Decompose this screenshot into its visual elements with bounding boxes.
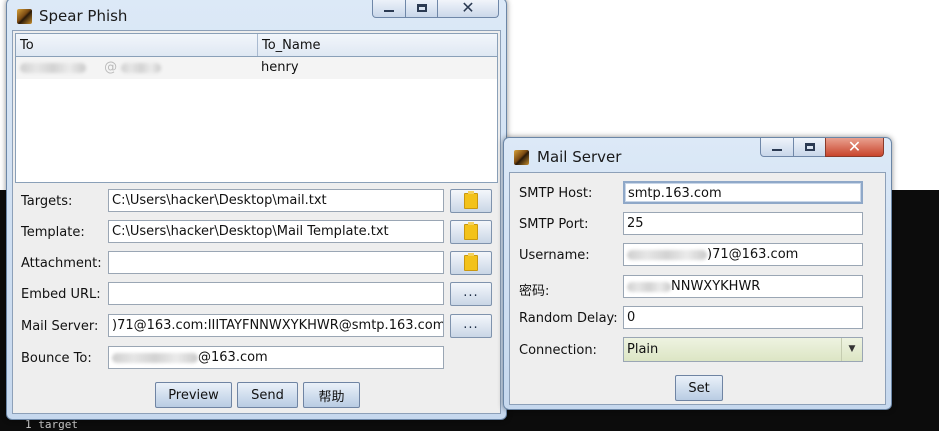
preview-button[interactable]: Preview	[155, 382, 232, 408]
table-row[interactable]: @ henry	[16, 57, 497, 79]
connection-label: Connection:	[519, 343, 597, 358]
folder-icon	[464, 253, 478, 271]
username-value: )71@163.com	[707, 247, 799, 262]
mail-server-titlebar[interactable]: Mail Server ✕	[504, 138, 891, 168]
template-browse-button[interactable]	[450, 220, 492, 244]
connection-select[interactable]: Plain ▼	[623, 337, 863, 362]
mail-server-field[interactable]: )71@163.com:IIITAYFNNWXYKHWR@smtp.163.co…	[108, 314, 444, 337]
cell-to-visible: @	[104, 60, 118, 75]
template-field[interactable]: C:\Users\hacker\Desktop\Mail Template.tx…	[108, 220, 444, 243]
random-delay-label: Random Delay:	[519, 311, 618, 326]
mail-server-window: Mail Server ✕ SMTP Host: smtp.163.com SM…	[503, 137, 892, 410]
window-title: Spear Phish	[39, 7, 128, 25]
smtp-host-field[interactable]: smtp.163.com	[623, 181, 863, 204]
close-button[interactable]: ✕	[437, 0, 499, 18]
attachment-label: Attachment:	[21, 256, 102, 271]
smtp-host-label: SMTP Host:	[519, 186, 593, 201]
minimize-button[interactable]	[372, 0, 406, 18]
password-label: 密码:	[519, 284, 550, 299]
redacted-text	[627, 249, 707, 260]
send-button[interactable]: Send	[237, 382, 298, 408]
minimize-button[interactable]	[760, 138, 794, 157]
set-button[interactable]: Set	[675, 375, 723, 401]
cell-to: @	[16, 57, 257, 79]
attachment-field[interactable]	[108, 251, 444, 274]
ellipsis-icon: ...	[463, 284, 479, 300]
bounce-to-value: @163.com	[198, 350, 268, 365]
random-delay-field[interactable]: 0	[623, 306, 863, 329]
username-label: Username:	[519, 248, 590, 263]
connection-selected-value: Plain	[627, 342, 659, 357]
redacted-text	[121, 62, 162, 73]
spear-phish-client: To To_Name @ henry Targets: C:\Users\hac…	[12, 30, 501, 414]
smtp-port-label: SMTP Port:	[519, 217, 589, 232]
attachment-browse-button[interactable]	[450, 251, 492, 275]
cell-to-name: henry	[261, 60, 299, 75]
template-label: Template:	[21, 225, 85, 240]
folder-icon	[464, 191, 478, 209]
table-header: To To_Name	[16, 34, 497, 57]
username-field[interactable]: )71@163.com	[623, 243, 863, 266]
maximize-icon	[804, 143, 815, 151]
maximize-button[interactable]	[793, 138, 826, 157]
redacted-text	[627, 281, 671, 292]
close-icon: ✕	[847, 137, 862, 156]
targets-label: Targets:	[21, 194, 73, 209]
mail-server-configure-button[interactable]: ...	[450, 314, 492, 338]
spear-phish-titlebar[interactable]: Spear Phish ✕	[7, 0, 506, 29]
folder-icon	[464, 222, 478, 240]
mail-server-label: Mail Server:	[21, 319, 99, 334]
minimize-icon	[384, 10, 394, 12]
redacted-text	[20, 62, 86, 73]
bounce-to-field[interactable]: @163.com	[108, 346, 444, 369]
password-value: NNWXYKHWR	[671, 279, 761, 294]
window-title: Mail Server	[537, 148, 622, 166]
smtp-port-field[interactable]: 25	[623, 212, 863, 235]
embed-url-label: Embed URL:	[21, 287, 101, 302]
close-button[interactable]: ✕	[825, 138, 884, 157]
column-header-to[interactable]: To	[16, 34, 257, 56]
mail-server-client: SMTP Host: smtp.163.com SMTP Port: 25 Us…	[509, 172, 886, 405]
app-icon	[17, 9, 32, 24]
targets-field[interactable]: C:\Users\hacker\Desktop\mail.txt	[108, 189, 444, 212]
help-button[interactable]: 帮助	[303, 382, 360, 408]
password-field[interactable]: NNWXYKHWR	[623, 275, 863, 298]
maximize-icon	[416, 4, 427, 12]
redacted-text	[112, 352, 198, 363]
embed-url-field[interactable]	[108, 282, 444, 305]
bounce-to-label: Bounce To:	[21, 351, 92, 366]
app-icon	[514, 150, 529, 165]
maximize-button[interactable]	[405, 0, 438, 18]
embed-url-choose-button[interactable]: ...	[450, 282, 492, 306]
recipients-table: To To_Name @ henry	[15, 33, 498, 183]
spear-phish-window: Spear Phish ✕ To To_Name @ henry Targets…	[6, 0, 507, 420]
minimize-icon	[772, 149, 782, 151]
targets-browse-button[interactable]	[450, 189, 492, 213]
column-header-to-name[interactable]: To_Name	[257, 34, 497, 56]
ellipsis-icon: ...	[463, 316, 479, 332]
chevron-down-icon[interactable]: ▼	[841, 338, 862, 361]
close-icon: ✕	[461, 0, 475, 17]
